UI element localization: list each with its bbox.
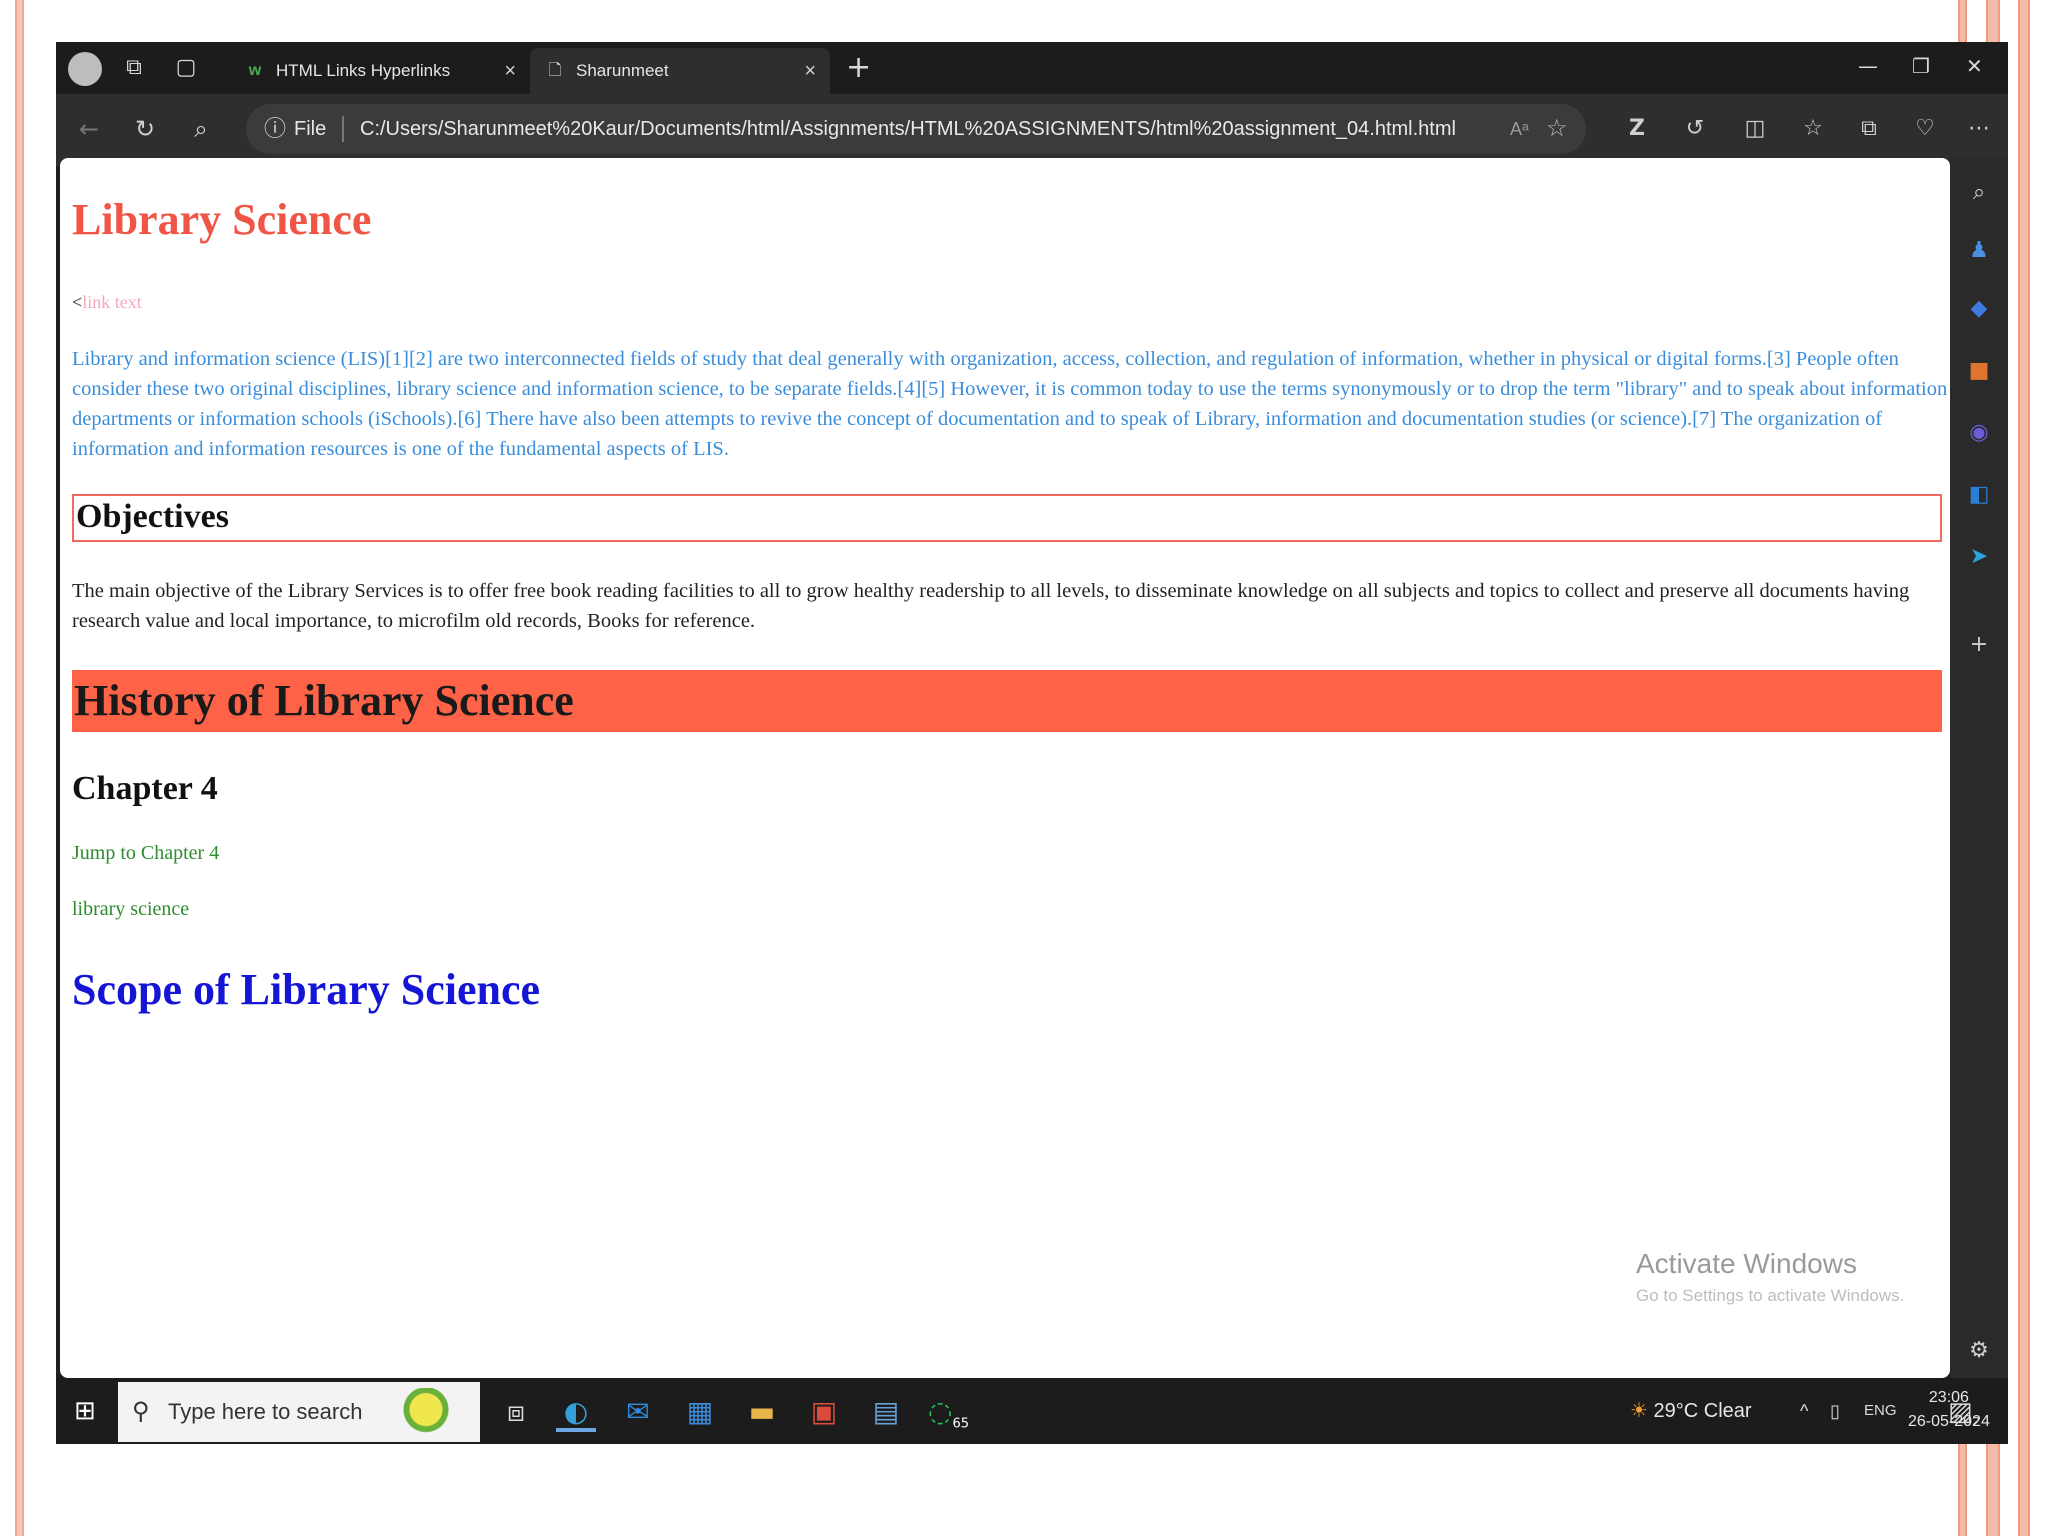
store-icon[interactable]: ▦ [680,1392,720,1432]
refresh-icon[interactable]: ↻ [128,112,162,146]
sidebar-tag-icon[interactable]: ◆ [1962,292,1996,326]
powerpoint-icon[interactable]: ▣ [804,1392,844,1432]
back-arrow-icon[interactable]: ← [72,112,106,146]
sidebar-add-icon[interactable]: + [1962,628,1996,662]
tray-chevron-icon[interactable]: ^ [1800,1378,1808,1444]
sidebar-outlook-icon[interactable]: ◧ [1962,478,1996,512]
address-separator [342,116,344,142]
restore-icon[interactable]: ❐ [1912,50,1930,82]
search-icon: ⚲ [132,1398,150,1425]
taskbar-search-box[interactable]: ⚲ Type here to search [118,1382,480,1442]
weather-text: 29°C Clear [1653,1400,1752,1422]
windows-start-icon[interactable]: ⊞ [74,1396,104,1426]
watermark-line1: Activate Windows [1636,1248,1857,1279]
weather-widget[interactable]: ☀ 29°C Clear [1630,1378,1752,1444]
tab-close-icon[interactable]: × [504,48,516,94]
file-explorer-icon[interactable]: ▬ [742,1392,782,1432]
tab-close-icon[interactable]: × [804,48,816,94]
link-text[interactable]: link text [82,292,142,312]
page-title: Library Science [72,195,372,244]
weather-icon: ☀ [1630,1400,1648,1422]
browser-toolbar: ← ↻ ⌕ ⓘ File C:/Users/Sharunmeet%20Kaur/… [56,94,2008,166]
task-view-icon[interactable]: ⧈ [496,1392,536,1432]
tab-label: Sharunmeet [576,61,669,80]
notification-center-icon[interactable]: ▨2 [1948,1392,1980,1442]
tab-bar: ⧉ ▢ w HTML Links Hyperlinks × 🗋 Sharunme… [56,42,2008,94]
link-prefix: < [72,292,83,312]
search-icon[interactable]: ⌕ [184,112,218,146]
minimize-icon[interactable]: — [1858,50,1878,82]
favorites-icon[interactable]: ☆ [1796,112,1830,146]
sidebar-people-icon[interactable]: ♟ [1962,234,1996,268]
notification-badge: 2 [1972,1415,1981,1430]
tab-label: HTML Links Hyperlinks [276,61,451,80]
collections-icon[interactable]: ⧉ [1852,112,1886,146]
notepad-icon[interactable]: ▤ [866,1392,906,1432]
mail-icon[interactable]: ✉ [618,1392,658,1432]
tab-html-links[interactable]: w HTML Links Hyperlinks × [230,48,530,94]
profile-avatar-icon[interactable] [68,52,102,86]
battery-icon[interactable]: ▯ [1830,1378,1840,1444]
sidebar-settings-icon[interactable]: ⚙ [1962,1334,1996,1368]
w3schools-icon: w [248,62,262,79]
chapter-heading: Chapter 4 [72,770,218,807]
history-heading: History of Library Science [72,670,1942,732]
objectives-heading: Objectives [72,494,1942,542]
workspaces-icon[interactable]: ⧉ [118,52,150,84]
windows-taskbar: ⊞ ⚲ Type here to search ⧈ ◐ ✉ ▦ ▬ ▣ ▤ ◌6… [56,1378,2008,1444]
extension-icon[interactable]: ↺ [1678,112,1712,146]
info-icon[interactable]: ⓘ [264,104,286,154]
watermark-line2: Go to Settings to activate Windows. [1636,1286,1905,1305]
edge-sidebar: ⌕ ♟ ◆ ■ ◉ ◧ ➤ + ⚙ [1950,158,2008,1378]
link-text-line: <link text [72,292,142,313]
library-science-link[interactable]: library science [72,898,189,921]
new-tab-button[interactable]: + [846,50,871,86]
intro-paragraph: Library and information science (LIS)[1]… [72,348,1948,460]
jump-to-chapter-link[interactable]: Jump to Chapter 4 [72,842,219,865]
sidebar-search-icon[interactable]: ⌕ [1962,176,1996,210]
whatsapp-icon[interactable]: ◌65 [928,1392,969,1432]
split-screen-icon[interactable]: ◫ [1738,112,1772,146]
tab-sharunmeet[interactable]: 🗋 Sharunmeet × [530,48,830,94]
whatsapp-badge: 65 [952,1416,969,1432]
page-icon: 🗋 [548,62,562,79]
web-page: Library Science <link text Library and i… [60,158,1950,1378]
close-window-icon[interactable]: ✕ [1966,50,1983,82]
url-text[interactable]: C:/Users/Sharunmeet%20Kaur/Documents/htm… [360,104,1456,154]
language-indicator[interactable]: ENG [1864,1378,1897,1444]
slide-right-border [2018,0,2030,1536]
objectives-paragraph: The main objective of the Library Servic… [72,580,1910,632]
more-options-icon[interactable]: ⋯ [1962,112,1996,146]
browser-essentials-icon[interactable]: ♡ [1908,112,1942,146]
browser-screenshot: ⧉ ▢ w HTML Links Hyperlinks × 🗋 Sharunme… [56,42,2008,1444]
sidebar-copilot-icon[interactable]: ◉ [1962,416,1996,450]
search-highlight-icon [398,1388,468,1436]
activate-windows-watermark: Activate Windows Go to Settings to activ… [1636,1248,1904,1306]
read-aloud-icon[interactable]: A͏ᵃ [1510,104,1529,154]
sidebar-send-icon[interactable]: ➤ [1962,540,1996,574]
slide-left-border [15,0,24,1536]
scope-heading: Scope of Library Science [72,965,541,1014]
zotero-extension-icon[interactable]: Z [1620,112,1654,146]
tab-actions-icon[interactable]: ▢ [170,52,202,84]
scheme-label: File [294,118,327,140]
sidebar-tools-icon[interactable]: ■ [1962,354,1996,388]
search-placeholder: Type here to search [168,1399,363,1424]
edge-browser-icon[interactable]: ◐ [556,1392,596,1432]
favorite-star-icon[interactable]: ☆ [1546,104,1568,154]
address-bar[interactable]: ⓘ File C:/Users/Sharunmeet%20Kaur/Docume… [246,104,1586,154]
